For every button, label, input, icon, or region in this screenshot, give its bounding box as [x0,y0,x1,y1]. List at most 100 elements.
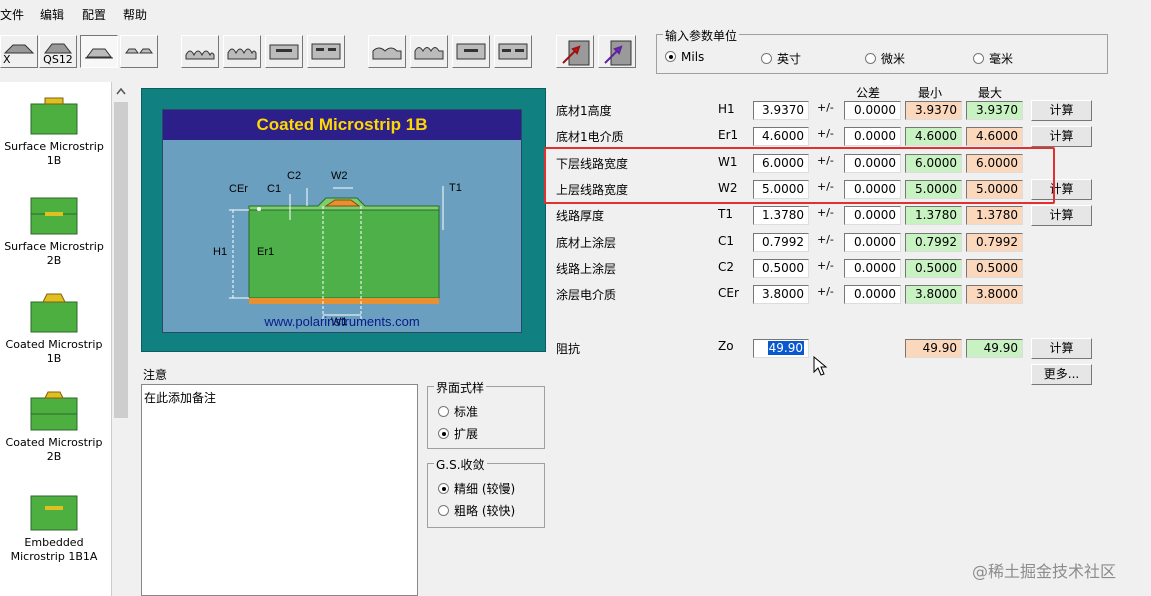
structure-list-scrollbar[interactable] [112,82,130,596]
radio-dot-icon [761,53,772,64]
unit-inch-radio[interactable]: 英寸 [761,50,801,67]
radio-dot-icon [438,483,449,494]
notes-text: 在此添加备注 [144,391,217,405]
stripline-icon [372,47,402,60]
surface-microstrip-2b-icon [29,192,79,236]
gs-fine-radio[interactable]: 精细 (较慢) [438,480,515,497]
red-arrow-icon [562,40,590,66]
param-symbol: CEr [718,286,739,300]
watermark: @稀土掘金技术社区 [972,562,1117,581]
param-name: 涂层电介质 [556,288,617,302]
menu-edit[interactable]: 编辑 [40,6,64,23]
param-tolerance-input[interactable]: 0.0000 [844,285,901,304]
stripline-3-button[interactable] [452,35,490,68]
plus-minus-label: +/- [817,233,834,246]
mouse-cursor-icon [813,356,828,376]
label-er1: Er1 [257,246,275,258]
list-item-coated-microstrip-2b[interactable]: Coated Microstrip 2B [0,388,108,464]
diagram-panel: Coated Microstrip 1B CEr C1 C2 W2 T1 H1 … [162,109,522,333]
goldfinder-purple-button[interactable] [598,35,636,68]
gs-convergence-group: G.S.收敛 精细 (较慢) 粗略 (较快) [427,456,545,528]
dual-trace-button[interactable] [120,35,158,68]
radio-dot-icon [665,51,676,62]
header-min: 最小 [918,86,943,100]
list-item-embedded-microstrip-1b1a[interactable]: Embedded Microstrip 1B1A [0,488,108,564]
embedded-1-button[interactable] [265,35,303,68]
calc-button[interactable]: 计算 [1031,100,1092,121]
radio-dot-icon [973,53,984,64]
param-name: 底材1电介质 [556,130,624,144]
more-button[interactable]: 更多... [1031,364,1092,385]
purple-arrow-icon [604,40,632,66]
ui-style-standard-radio[interactable]: 标准 [438,403,478,420]
param-symbol: Er1 [718,128,739,142]
coated-2-button[interactable] [223,35,261,68]
coated-1-button[interactable] [181,35,219,68]
unit-mm-radio[interactable]: 毫米 [973,50,1013,67]
coated-microstrip-icon [29,290,79,334]
param-min-value: 3.8000 [905,285,962,304]
scroll-thumb[interactable] [114,102,128,418]
menu-file[interactable]: 文件 [0,6,24,23]
trace-button[interactable] [80,35,118,68]
qs12-button[interactable]: QS12 [39,35,77,68]
impedance-symbol: Zo [718,339,734,353]
label-c1: C1 [267,183,282,195]
param-value-input[interactable]: 0.5000 [753,259,809,278]
param-min-value: 3.9370 [905,101,962,120]
gs-title: G.S.收敛 [434,456,487,473]
param-value-input[interactable]: 1.3780 [753,206,809,225]
dual-trace-icon [125,48,153,54]
param-tolerance-input[interactable]: 0.0000 [844,127,901,146]
list-item-surface-microstrip-1b[interactable]: Surface Microstrip 1B [0,92,108,168]
param-value-input[interactable]: 4.6000 [753,127,809,146]
stripline-2-icon [414,47,444,60]
units-group: 输入参数单位 Mils 英寸 微米 毫米 [656,27,1108,74]
notes-textarea[interactable]: 在此添加备注 [141,384,418,596]
label-c2: C2 [287,170,302,182]
param-value-input[interactable]: 3.9370 [753,101,809,120]
param-tolerance-input[interactable]: 0.0000 [844,206,901,225]
list-item-surface-microstrip-2b[interactable]: Surface Microstrip 2B [0,192,108,268]
stripline-4-button[interactable] [494,35,532,68]
stripline-3-icon [456,43,486,60]
impedance-value: 49.90 [767,341,804,355]
header-tolerance: 公差 [856,86,881,100]
ui-style-group: 界面式样 标准 扩展 [427,379,545,449]
toolbar: X QS12 输入参数单位 Mils 英寸 微米 毫米 [0,24,1151,80]
param-symbol: C1 [718,234,735,248]
calc-button[interactable]: 计算 [1031,126,1092,147]
notes-label: 注意 [143,368,168,382]
embedded-2-button[interactable] [307,35,345,68]
structure-button-1-label: X [3,53,11,66]
structure-button-1[interactable]: X [0,35,38,68]
scroll-up-icon[interactable] [112,84,130,100]
gs-coarse-radio[interactable]: 粗略 (较快) [438,502,515,519]
goldfinder-red-button[interactable] [556,35,594,68]
plus-minus-label: +/- [817,285,834,298]
calc-impedance-button[interactable]: 计算 [1031,338,1092,359]
unit-mils-radio[interactable]: Mils [665,50,704,64]
calc-button[interactable]: 计算 [1031,205,1092,226]
impedance-min: 49.90 [905,339,962,358]
coated-microstrip-2b-icon [29,388,79,432]
param-tolerance-input[interactable]: 0.0000 [844,233,901,252]
impedance-input[interactable]: 49.90 [753,339,809,358]
stripline-2-button[interactable] [410,35,448,68]
param-value-input[interactable]: 0.7992 [753,233,809,252]
menu-help[interactable]: 帮助 [123,6,147,23]
list-item-coated-microstrip-1b[interactable]: Coated Microstrip 1B [0,290,108,366]
trace-icon [85,48,113,59]
plus-minus-label: +/- [817,206,834,219]
stripline-1-button[interactable] [368,35,406,68]
param-tolerance-input[interactable]: 0.0000 [844,101,901,120]
label-t1: T1 [449,182,462,194]
radio-dot-icon [438,505,449,516]
unit-micron-radio[interactable]: 微米 [865,50,905,67]
param-tolerance-input[interactable]: 0.0000 [844,259,901,278]
menu-config[interactable]: 配置 [82,6,106,23]
param-max-value: 0.7992 [966,233,1023,252]
qs12-label: QS12 [43,53,73,66]
ui-style-extended-radio[interactable]: 扩展 [438,425,478,442]
param-value-input[interactable]: 3.8000 [753,285,809,304]
